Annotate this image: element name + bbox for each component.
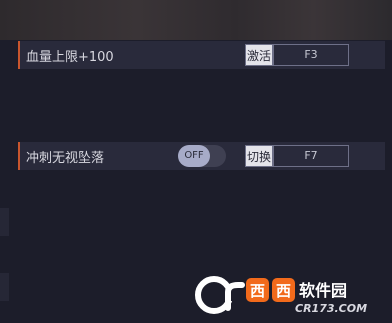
toggle-knob: OFF	[178, 145, 210, 167]
svg-text:西: 西	[276, 282, 291, 300]
cheat-row-max-health: 血量上限+100 激活 F3	[18, 41, 385, 69]
hotkey-action-toggle[interactable]: 切换	[245, 145, 273, 167]
side-panel-stub	[0, 208, 9, 236]
svg-text:软件园: 软件园	[299, 281, 347, 300]
cheat-label: 血量上限+100	[26, 50, 114, 65]
hotkey-key-field[interactable]: F7	[273, 145, 349, 167]
watermark-logo-graphic: 西 西 软件园 CR173.COM	[195, 276, 367, 315]
side-panel-stub	[0, 273, 9, 301]
game-background-strip	[0, 0, 392, 40]
watermark-logo: 西 西 软件园 CR173.COM	[194, 272, 390, 318]
svg-text:CR173.COM: CR173.COM	[295, 302, 367, 315]
cheat-row-dash-no-fall: 冲刺无视坠落 OFF 切换 F7	[18, 142, 385, 170]
hotkey-key-field[interactable]: F3	[273, 44, 349, 66]
hotkey-action-activate[interactable]: 激活	[245, 44, 273, 66]
svg-text:西: 西	[250, 282, 265, 300]
toggle-switch[interactable]: OFF	[178, 145, 226, 167]
cheat-label: 冲刺无视坠落	[26, 151, 105, 166]
